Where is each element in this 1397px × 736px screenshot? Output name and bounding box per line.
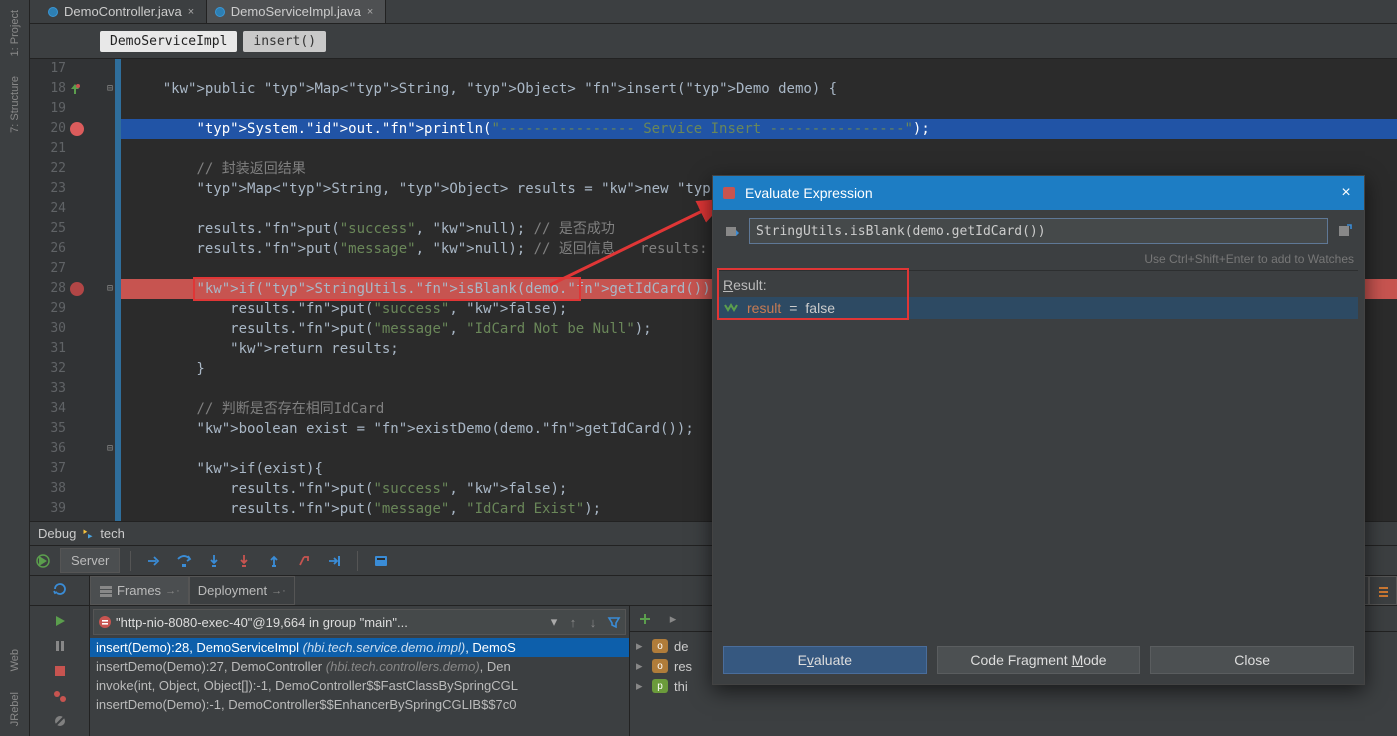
history-button[interactable] bbox=[721, 220, 743, 242]
pause-button[interactable] bbox=[48, 635, 72, 656]
result-row[interactable]: result = false bbox=[719, 297, 1358, 319]
stack-frame[interactable]: insert(Demo):28, DemoServiceImpl (hbi.te… bbox=[90, 638, 629, 657]
dialog-titlebar[interactable]: Evaluate Expression × bbox=[713, 176, 1364, 210]
update-app-button[interactable] bbox=[52, 581, 68, 600]
rerun-button[interactable] bbox=[30, 548, 56, 574]
stack-frame[interactable]: insertDemo(Demo):27, DemoController (hbi… bbox=[90, 657, 629, 676]
evaluate-expression-button[interactable] bbox=[368, 548, 394, 574]
stack-frame[interactable]: invoke(int, Object, Object[]):-1, DemoCo… bbox=[90, 676, 629, 695]
add-to-watches-button[interactable] bbox=[1334, 220, 1356, 242]
debug-label: Debug bbox=[38, 526, 76, 541]
thread-selector[interactable]: "http-nio-8080-exec-40"@19,664 in group … bbox=[93, 609, 626, 635]
close-icon[interactable]: × bbox=[367, 7, 377, 17]
show-execution-point-button[interactable] bbox=[141, 548, 167, 574]
mute-breakpoints-button[interactable] bbox=[48, 711, 72, 732]
frames-icon bbox=[99, 584, 113, 598]
step-into-button[interactable] bbox=[201, 548, 227, 574]
server-tab[interactable]: Server bbox=[60, 548, 120, 573]
run-config-icon bbox=[82, 528, 94, 540]
editor-tabs: DemoController.java × DemoServiceImpl.ja… bbox=[30, 0, 1397, 24]
resume-button[interactable] bbox=[48, 610, 72, 631]
close-icon[interactable]: × bbox=[188, 7, 198, 17]
java-class-icon bbox=[48, 7, 58, 17]
dialog-title: Evaluate Expression bbox=[745, 185, 1328, 201]
file-tab-democontroller[interactable]: DemoController.java × bbox=[30, 0, 207, 23]
result-name: result bbox=[747, 300, 781, 316]
file-tab-label: DemoServiceImpl.java bbox=[231, 4, 361, 19]
boolean-icon bbox=[723, 301, 739, 315]
debug-config-name: tech bbox=[100, 526, 125, 541]
thread-name: "http-nio-8080-exec-40"@19,664 in group … bbox=[116, 615, 545, 630]
drop-frame-button[interactable] bbox=[291, 548, 317, 574]
dialog-buttons: Evaluate Code Fragment Mode Close bbox=[713, 636, 1364, 684]
result-value: false bbox=[805, 300, 835, 316]
force-step-into-button[interactable] bbox=[231, 548, 257, 574]
project-tool-tab[interactable]: 1: Project bbox=[9, 0, 21, 66]
add-watch-button[interactable] bbox=[634, 608, 656, 630]
evaluate-expression-dialog[interactable]: Evaluate Expression × Use Ctrl+Shift+Ent… bbox=[712, 175, 1365, 685]
expand-all-button[interactable]: ▸ bbox=[662, 608, 684, 630]
next-frame-button[interactable]: ↓ bbox=[590, 615, 597, 630]
crumb-method[interactable]: insert() bbox=[243, 31, 326, 52]
frames-tab-label: Frames bbox=[117, 583, 161, 598]
step-over-button[interactable] bbox=[171, 548, 197, 574]
debug-side-controls bbox=[30, 606, 90, 736]
web-tool-tab[interactable]: Web bbox=[9, 639, 21, 681]
step-out-button[interactable] bbox=[261, 548, 287, 574]
close-button[interactable]: Close bbox=[1150, 646, 1354, 674]
deployment-tab-label: Deployment bbox=[198, 583, 267, 598]
equals-sign: = bbox=[789, 300, 797, 316]
run-to-cursor-button[interactable] bbox=[321, 548, 347, 574]
result-panel: Result: result = false bbox=[719, 270, 1358, 636]
structure-tool-tab[interactable]: 7: Structure bbox=[9, 66, 21, 143]
frames-list[interactable]: insert(Demo):28, DemoServiceImpl (hbi.te… bbox=[90, 638, 629, 736]
editor-gutter[interactable]: 1718⊟19202122232425262728⊟29303132333435… bbox=[30, 59, 115, 521]
jrebel-tool-tab[interactable]: JRebel bbox=[9, 682, 21, 736]
chevron-down-icon[interactable]: ▾ bbox=[545, 614, 563, 630]
close-icon[interactable]: × bbox=[1336, 184, 1356, 202]
app-icon bbox=[721, 185, 737, 201]
code-fragment-mode-button[interactable]: Code Fragment Mode bbox=[937, 646, 1141, 674]
left-tool-rail: 1: Project 7: Structure Web JRebel bbox=[0, 0, 30, 736]
file-tab-label: DemoController.java bbox=[64, 4, 182, 19]
view-breakpoints-button[interactable] bbox=[48, 686, 72, 707]
stack-frame[interactable]: insertDemo(Demo):-1, DemoController$$Enh… bbox=[90, 695, 629, 714]
crumb-class[interactable]: DemoServiceImpl bbox=[100, 31, 237, 52]
hint-text: Use Ctrl+Shift+Enter to add to Watches bbox=[713, 252, 1364, 270]
filter-button[interactable] bbox=[603, 615, 625, 629]
file-tab-demoserviceimpl[interactable]: DemoServiceImpl.java × bbox=[207, 0, 386, 23]
console-icon-tab[interactable] bbox=[1369, 576, 1397, 605]
java-class-icon bbox=[215, 7, 225, 17]
thread-suspended-icon bbox=[98, 615, 112, 629]
crumb-bar: DemoServiceImpl insert() bbox=[30, 24, 1397, 59]
stop-button[interactable] bbox=[48, 660, 72, 681]
evaluate-button[interactable]: Evaluate bbox=[723, 646, 927, 674]
frames-tab[interactable]: Frames →· bbox=[90, 576, 189, 605]
pin-icon[interactable]: →· bbox=[165, 585, 180, 597]
expression-input[interactable] bbox=[749, 218, 1328, 244]
deployment-tab[interactable]: Deployment →· bbox=[189, 576, 295, 605]
frames-panel: "http-nio-8080-exec-40"@19,664 in group … bbox=[90, 606, 630, 736]
prev-frame-button[interactable]: ↑ bbox=[570, 615, 577, 630]
result-label: Result: bbox=[719, 271, 1358, 297]
